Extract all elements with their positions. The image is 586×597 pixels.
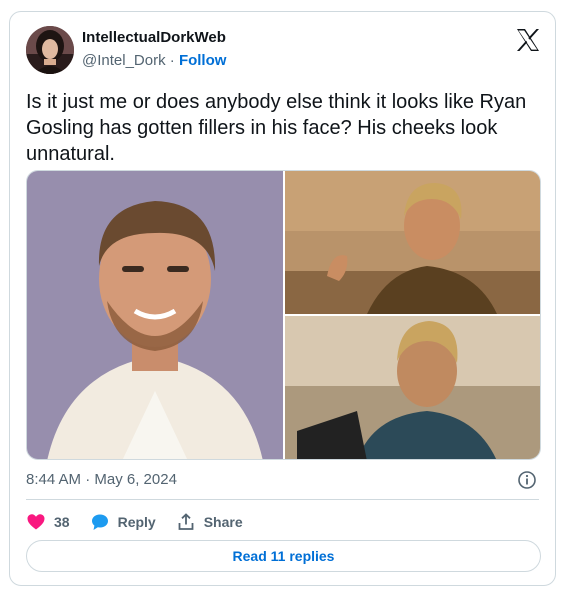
tweet-card: IntellectualDorkWeb @Intel_Dork · Follow… [9,11,556,586]
like-button[interactable]: 38 [26,512,70,532]
tweet-media-grid[interactable] [26,170,541,460]
share-icon [178,513,194,530]
follow-button[interactable]: Follow [179,52,227,69]
tweet-text: Is it just me or does anybody else think… [26,91,527,165]
separator-dot: · [169,52,175,69]
read-replies-button[interactable]: Read 11 replies [26,540,541,572]
reply-button[interactable]: Reply [90,512,156,532]
author-avatar[interactable] [26,26,74,74]
media-photo-2[interactable] [285,171,541,314]
like-count: 38 [54,514,70,530]
reply-label: Reply [117,514,156,530]
author-handle[interactable]: @Intel_Dork [82,52,166,69]
action-bar: 38 Reply Share [26,511,263,533]
media-photo-1[interactable] [27,171,283,460]
divider [26,499,539,500]
heart-icon [27,514,45,530]
info-icon[interactable] [517,470,537,490]
share-label: Share [203,514,243,530]
x-logo-icon[interactable] [515,27,541,53]
share-button[interactable]: Share [176,512,243,532]
media-photo-3[interactable] [285,316,541,460]
tweet-timestamp[interactable]: 8:44 AM · May 6, 2024 [26,471,177,488]
reply-bubble-icon [91,514,108,530]
author-handle-row: @Intel_Dork · Follow [82,52,226,69]
author-display-name[interactable]: IntellectualDorkWeb [82,29,226,46]
